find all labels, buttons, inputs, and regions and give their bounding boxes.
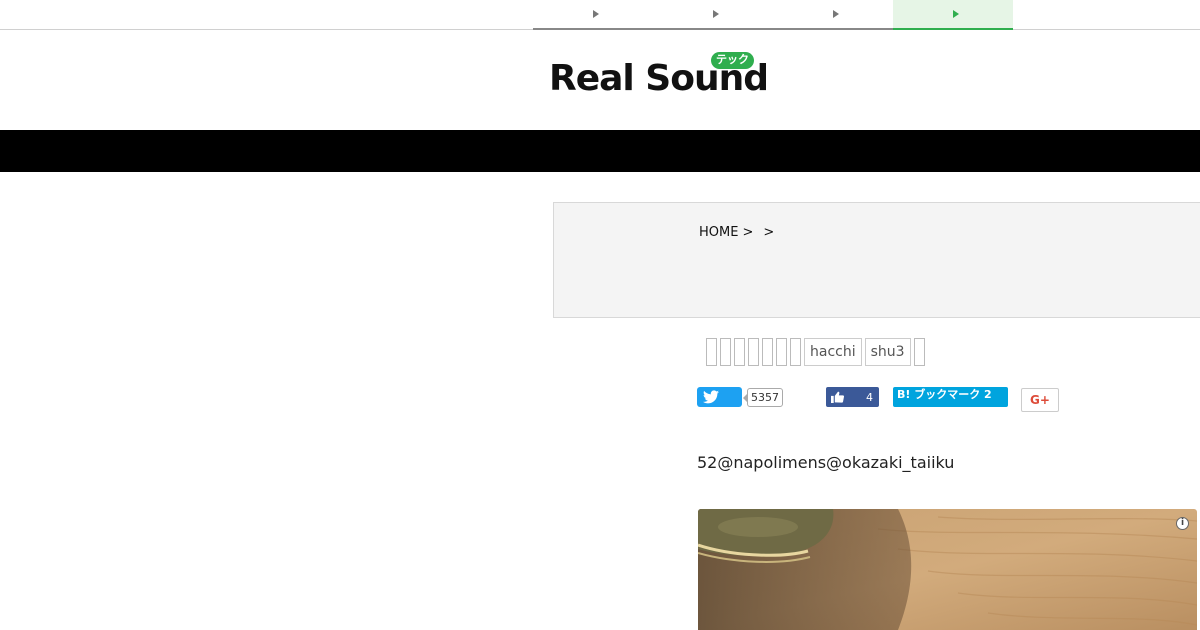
article-byline: 52@napolimens@okazaki_taiiku	[697, 453, 955, 472]
thumbs-up-icon	[831, 391, 844, 403]
facebook-like-button[interactable]: 4	[826, 387, 879, 407]
breadcrumb-panel: HOME > >	[553, 202, 1200, 318]
tag-placeholder[interactable]	[790, 338, 801, 366]
twitter-bird-icon	[703, 390, 719, 404]
tag-placeholder[interactable]	[913, 338, 925, 366]
tab-3[interactable]	[773, 0, 893, 30]
tag-list: hacchi shu3	[706, 338, 925, 366]
share-buttons: 5357 4 B! ブックマーク 2 G+	[697, 387, 1117, 412]
play-arrow-icon	[713, 10, 719, 18]
tag-placeholder[interactable]	[748, 338, 759, 366]
info-icon[interactable]: i	[1176, 517, 1189, 530]
twitter-count: 5357	[743, 388, 783, 407]
tag-placeholder[interactable]	[720, 338, 731, 366]
tag-placeholder[interactable]	[734, 338, 745, 366]
play-arrow-icon	[953, 10, 959, 18]
photo-image	[698, 509, 1197, 630]
tab-2[interactable]	[653, 0, 773, 30]
article-photo: i	[698, 509, 1197, 630]
twitter-share-button[interactable]	[697, 387, 742, 407]
facebook-count: 4	[866, 390, 873, 404]
breadcrumb-separator: >	[742, 225, 754, 240]
tag-placeholder[interactable]	[762, 338, 773, 366]
play-arrow-icon	[593, 10, 599, 18]
logo-badge: テック	[711, 52, 754, 69]
main-nav-bar	[0, 130, 1200, 172]
play-arrow-icon	[833, 10, 839, 18]
tag-shu3[interactable]: shu3	[864, 338, 911, 366]
tab-4[interactable]	[893, 0, 1013, 30]
googleplus-button[interactable]: G+	[1021, 388, 1059, 412]
hatena-bookmark-button[interactable]: B! ブックマーク 2	[893, 387, 1008, 407]
tab-1[interactable]	[533, 0, 653, 30]
tag-placeholder[interactable]	[706, 338, 717, 366]
tag-placeholder[interactable]	[776, 338, 787, 366]
breadcrumb-separator: >	[763, 225, 775, 240]
site-logo[interactable]: Real Sound テック	[549, 52, 769, 100]
breadcrumb-home-link[interactable]: HOME	[699, 225, 738, 240]
top-tab-strip	[0, 0, 1200, 30]
breadcrumb: HOME > >	[699, 225, 780, 240]
tag-hacchi[interactable]: hacchi	[804, 338, 862, 366]
